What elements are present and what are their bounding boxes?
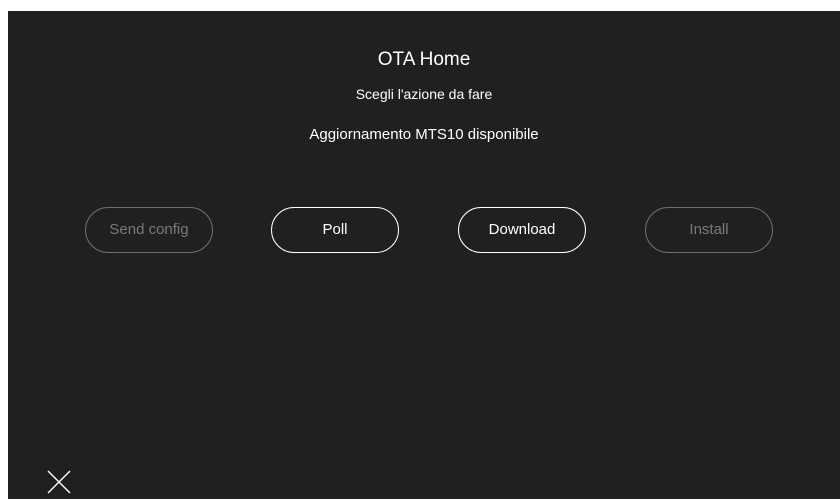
poll-button[interactable]: Poll xyxy=(271,207,399,253)
install-button[interactable]: Install xyxy=(645,207,773,253)
close-icon[interactable] xyxy=(46,469,72,495)
ota-home-screen: OTA Home Scegli l'azione da fare Aggiorn… xyxy=(8,11,840,499)
page-title: OTA Home xyxy=(377,49,471,70)
page-subtitle: Scegli l'azione da fare xyxy=(355,86,493,102)
send-config-button[interactable]: Send config xyxy=(85,207,213,253)
update-status-message: Aggiornamento MTS10 disponibile xyxy=(309,126,539,143)
download-button[interactable]: Download xyxy=(458,207,586,253)
